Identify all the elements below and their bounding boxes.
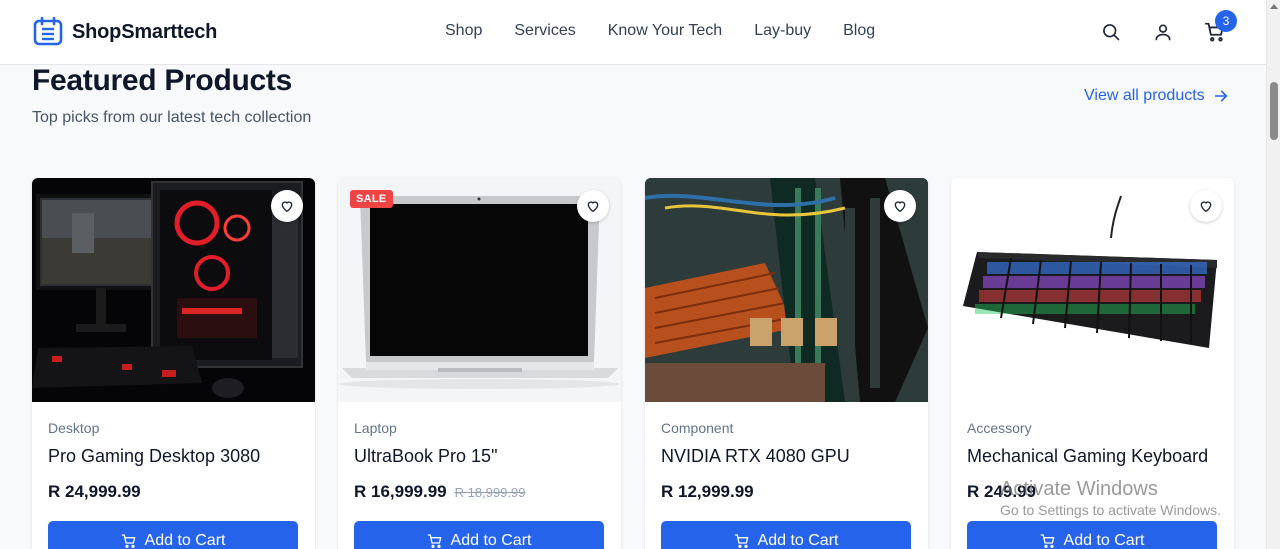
add-to-cart-button[interactable]: Add to Cart: [354, 521, 604, 549]
brand-logo[interactable]: ShopSmarttech: [32, 16, 217, 48]
add-to-cart-button[interactable]: Add to Cart: [48, 521, 298, 549]
add-to-cart-label: Add to Cart: [144, 532, 226, 549]
wishlist-heart-icon[interactable]: [271, 190, 303, 222]
product-price-row: R 12,999.99: [661, 482, 754, 502]
product-card[interactable]: SALE Laptop UltraBook Pro 15" R 16,999.9…: [338, 178, 621, 549]
cart-icon: [121, 534, 135, 548]
add-to-cart-label: Add to Cart: [1063, 532, 1145, 549]
user-icon[interactable]: [1151, 20, 1175, 44]
product-card[interactable]: Desktop Pro Gaming Desktop 3080 R 24,999…: [32, 178, 315, 549]
product-price-row: R 16,999.99 R 18,999.99: [354, 482, 525, 502]
arrow-right-icon: [1214, 90, 1227, 102]
activation-watermark-text: Go to Settings to activate Windows.: [1000, 502, 1221, 518]
product-category: Component: [661, 420, 734, 436]
nav-shop[interactable]: Shop: [445, 22, 482, 40]
add-to-cart-label: Add to Cart: [450, 532, 532, 549]
brand-name: ShopSmarttech: [72, 20, 218, 43]
search-icon[interactable]: [1099, 20, 1123, 44]
product-card[interactable]: Component NVIDIA RTX 4080 GPU R 12,999.9…: [645, 178, 928, 549]
nav-blog[interactable]: Blog: [843, 22, 875, 40]
view-all-label: View all products: [1084, 87, 1205, 104]
product-image-gaming-desktop[interactable]: [32, 178, 315, 402]
product-name[interactable]: Pro Gaming Desktop 3080: [48, 446, 260, 467]
logo-icon: [33, 16, 63, 46]
product-name[interactable]: UltraBook Pro 15": [354, 446, 497, 467]
site-header: ShopSmarttech Shop Services Know Your Te…: [0, 0, 1266, 65]
product-price-row: R 24,999.99: [48, 482, 141, 502]
product-old-price: R 18,999.99: [454, 485, 526, 500]
cart-icon: [734, 534, 748, 548]
page-scrollbar[interactable]: [1266, 0, 1280, 549]
activation-watermark-title: Activate Windows: [1000, 478, 1158, 500]
product-price: R 16,999.99: [354, 482, 447, 501]
main-nav: Shop Services Know Your Tech Lay-buy Blo…: [445, 22, 875, 40]
product-name[interactable]: NVIDIA RTX 4080 GPU: [661, 446, 850, 467]
product-name[interactable]: Mechanical Gaming Keyboard: [967, 446, 1208, 467]
add-to-cart-label: Add to Cart: [757, 532, 839, 549]
cart-icon: [1040, 534, 1054, 548]
nav-know-your-tech[interactable]: Know Your Tech: [608, 22, 722, 40]
scroll-up-arrow-icon[interactable]: [1270, 4, 1278, 9]
nav-services[interactable]: Services: [514, 22, 575, 40]
wishlist-heart-icon[interactable]: [884, 190, 916, 222]
cart-count-badge: 3: [1215, 10, 1237, 32]
product-image-mechanical-keyboard[interactable]: [951, 178, 1234, 402]
view-all-products-link[interactable]: View all products: [1084, 87, 1229, 105]
product-category: Desktop: [48, 420, 100, 436]
nav-lay-buy[interactable]: Lay-buy: [754, 22, 811, 40]
product-image-rtx-gpu[interactable]: [645, 178, 928, 402]
sale-badge: SALE: [350, 190, 393, 208]
product-image-ultrabook[interactable]: SALE: [338, 178, 621, 402]
add-to-cart-button[interactable]: Add to Cart: [967, 521, 1217, 549]
product-category: Laptop: [354, 420, 397, 436]
section-title: Featured Products: [32, 64, 292, 97]
cart-icon: [427, 534, 441, 548]
section-subtitle: Top picks from our latest tech collectio…: [32, 109, 312, 126]
add-to-cart-button[interactable]: Add to Cart: [661, 521, 911, 549]
wishlist-heart-icon[interactable]: [1190, 190, 1222, 222]
product-price: R 12,999.99: [661, 482, 754, 501]
product-category: Accessory: [967, 420, 1032, 436]
product-price: R 24,999.99: [48, 482, 141, 501]
wishlist-heart-icon[interactable]: [577, 190, 609, 222]
scroll-thumb[interactable]: [1270, 82, 1278, 140]
